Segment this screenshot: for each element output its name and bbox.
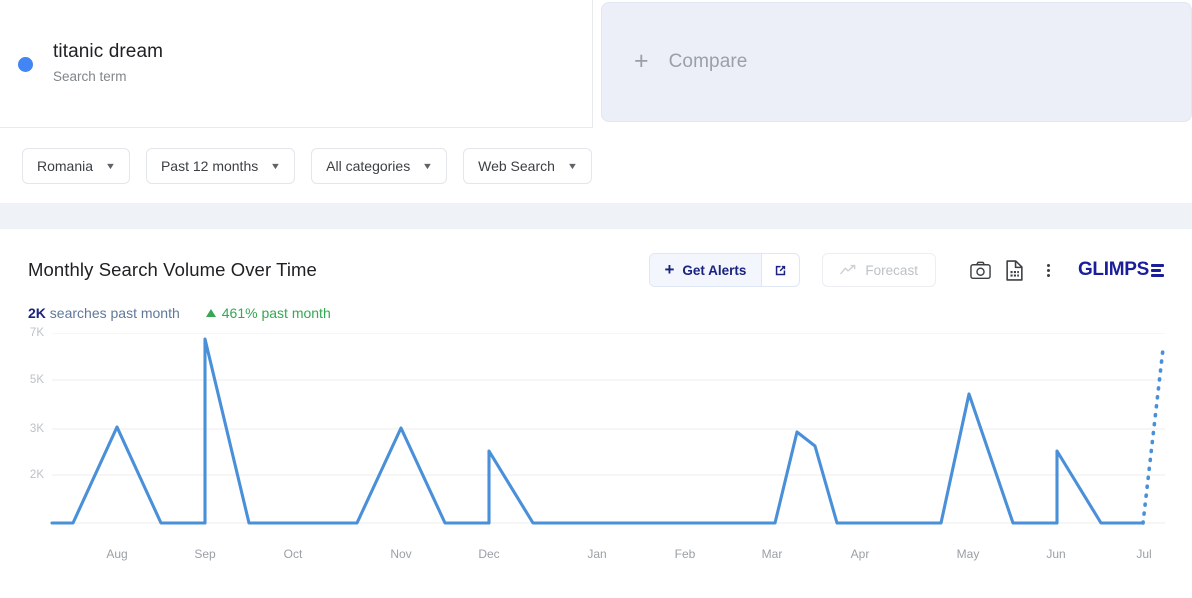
get-alerts-button[interactable]: + Get Alerts xyxy=(650,254,762,286)
searches-value: 2K xyxy=(28,305,46,321)
chart-plot-area: 7K 5K 3K 2K Aug Sep Oct Nov Dec Jan Feb … xyxy=(0,327,1192,573)
compare-button[interactable]: + Compare xyxy=(601,2,1192,122)
get-alerts-group: + Get Alerts xyxy=(649,253,801,287)
search-term-subtitle: Search term xyxy=(53,69,127,84)
filter-bar: Romania ▼ Past 12 months ▼ All categorie… xyxy=(0,128,1192,203)
search-term-card[interactable]: titanic dream Search term xyxy=(0,0,593,128)
external-link-icon xyxy=(776,265,786,275)
chart-card: Monthly Search Volume Over Time + Get Al… xyxy=(0,229,1192,573)
forecast-button[interactable]: Forecast xyxy=(822,253,936,287)
more-options-button[interactable] xyxy=(1032,254,1066,286)
x-tick-aug: Aug xyxy=(106,547,128,561)
get-alerts-label: Get Alerts xyxy=(682,262,747,278)
plus-icon: + xyxy=(664,260,675,279)
series-line-titanic-dream xyxy=(50,337,1145,525)
chart-toolbar: + Get Alerts Forecast GLIMPS xyxy=(649,253,1178,287)
x-tick-apr: Apr xyxy=(850,547,870,561)
x-tick-jul: Jul xyxy=(1136,547,1152,561)
searches-value-suffix: searches past month xyxy=(45,305,180,321)
chart-header: Monthly Search Volume Over Time + Get Al… xyxy=(0,229,1192,287)
chevron-down-icon: ▼ xyxy=(566,160,578,171)
x-tick-jun: Jun xyxy=(1046,547,1066,561)
chart-title: Monthly Search Volume Over Time xyxy=(28,259,317,280)
glimpse-logo-e-mark xyxy=(1151,264,1164,277)
filter-location-label: Romania xyxy=(37,157,94,174)
export-report-button[interactable] xyxy=(998,254,1032,286)
x-tick-sep: Sep xyxy=(194,547,216,561)
section-divider-band xyxy=(0,203,1192,229)
chart-stats: 2K searches past month 461% past month xyxy=(0,287,1192,321)
plus-icon: + xyxy=(634,46,649,75)
x-tick-oct: Oct xyxy=(283,547,303,561)
x-tick-jan: Jan xyxy=(587,547,607,561)
forecast-line xyxy=(1141,347,1165,525)
trends-page: titanic dream Search term + Compare Roma… xyxy=(0,0,1192,598)
forecast-label: Forecast xyxy=(865,262,918,278)
filter-search-type[interactable]: Web Search ▼ xyxy=(463,147,592,184)
filter-search-type-label: Web Search xyxy=(478,157,555,174)
kebab-menu-icon xyxy=(1047,263,1051,277)
term-compare-row: titanic dream Search term + Compare xyxy=(0,0,1192,128)
x-tick-nov: Nov xyxy=(390,547,412,561)
x-tick-dec: Dec xyxy=(478,547,500,561)
camera-icon xyxy=(970,261,992,279)
line-chart-svg xyxy=(50,333,1165,525)
document-icon xyxy=(1006,259,1024,281)
chevron-down-icon: ▼ xyxy=(270,160,282,171)
x-tick-mar: Mar xyxy=(761,547,783,561)
trend-line-icon xyxy=(840,264,856,275)
chevron-down-icon: ▼ xyxy=(422,160,434,171)
compare-label: Compare xyxy=(668,51,748,72)
x-tick-may: May xyxy=(956,547,980,561)
filter-timerange[interactable]: Past 12 months ▼ xyxy=(145,147,296,184)
glimpse-logo: GLIMPS xyxy=(1078,259,1164,281)
chevron-down-icon: ▼ xyxy=(104,160,117,171)
term-text-block: titanic dream Search term xyxy=(53,40,163,87)
glimpse-logo-text: GLIMPS xyxy=(1077,259,1149,280)
percent-change-badge: 461% past month xyxy=(205,305,331,321)
screenshot-button[interactable] xyxy=(964,254,998,286)
searches-past-month: 2K searches past month xyxy=(28,305,180,321)
filter-timerange-label: Past 12 months xyxy=(160,157,259,174)
filter-location[interactable]: Romania ▼ xyxy=(22,147,130,184)
filter-category-label: All categories xyxy=(326,157,411,174)
search-term-name: titanic dream xyxy=(53,41,164,62)
percent-change-label: 461% past month xyxy=(221,305,331,321)
open-external-button[interactable] xyxy=(761,254,800,286)
triangle-up-icon xyxy=(205,309,216,317)
compare-area: + Compare xyxy=(593,0,1192,128)
filter-category[interactable]: All categories ▼ xyxy=(311,147,448,184)
x-tick-feb: Feb xyxy=(674,547,696,561)
series-color-dot xyxy=(18,57,33,72)
